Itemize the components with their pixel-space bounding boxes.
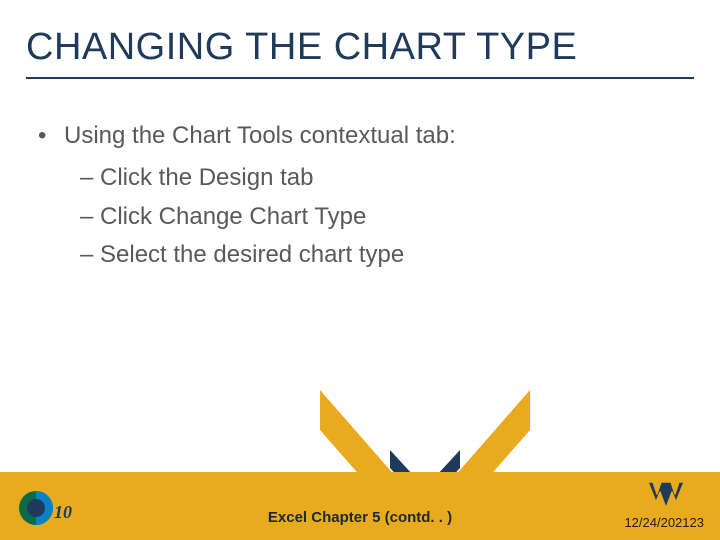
sub-bullet-item: – Select the desired chart type	[80, 239, 684, 271]
slide-title: CHANGING THE CHART TYPE	[26, 26, 694, 79]
bullet-text: Using the Chart Tools contextual tab:	[64, 120, 684, 152]
sub-bullet-item: – Click the Design tab	[80, 162, 684, 194]
footer-chapter-label: Excel Chapter 5 (contd. . )	[0, 509, 720, 526]
wv-logo-icon	[646, 480, 686, 510]
page-number: 23	[690, 515, 704, 530]
slide: CHANGING THE CHART TYPE • Using the Char…	[0, 0, 720, 540]
sub-bullet-list: – Click the Design tab – Click Change Ch…	[80, 162, 684, 271]
slide-body: • Using the Chart Tools contextual tab: …	[36, 120, 684, 278]
bullet-level1: • Using the Chart Tools contextual tab:	[36, 120, 684, 152]
sub-bullet-item: – Click Change Chart Type	[80, 201, 684, 233]
bullet-dot-icon: •	[36, 120, 64, 152]
footer-date: 12/24/202123	[624, 515, 704, 530]
date-text: 12/24/2021	[624, 515, 689, 530]
footer-band: 101 Excel Chapter 5 (contd. . ) 12/24/20…	[0, 472, 720, 540]
